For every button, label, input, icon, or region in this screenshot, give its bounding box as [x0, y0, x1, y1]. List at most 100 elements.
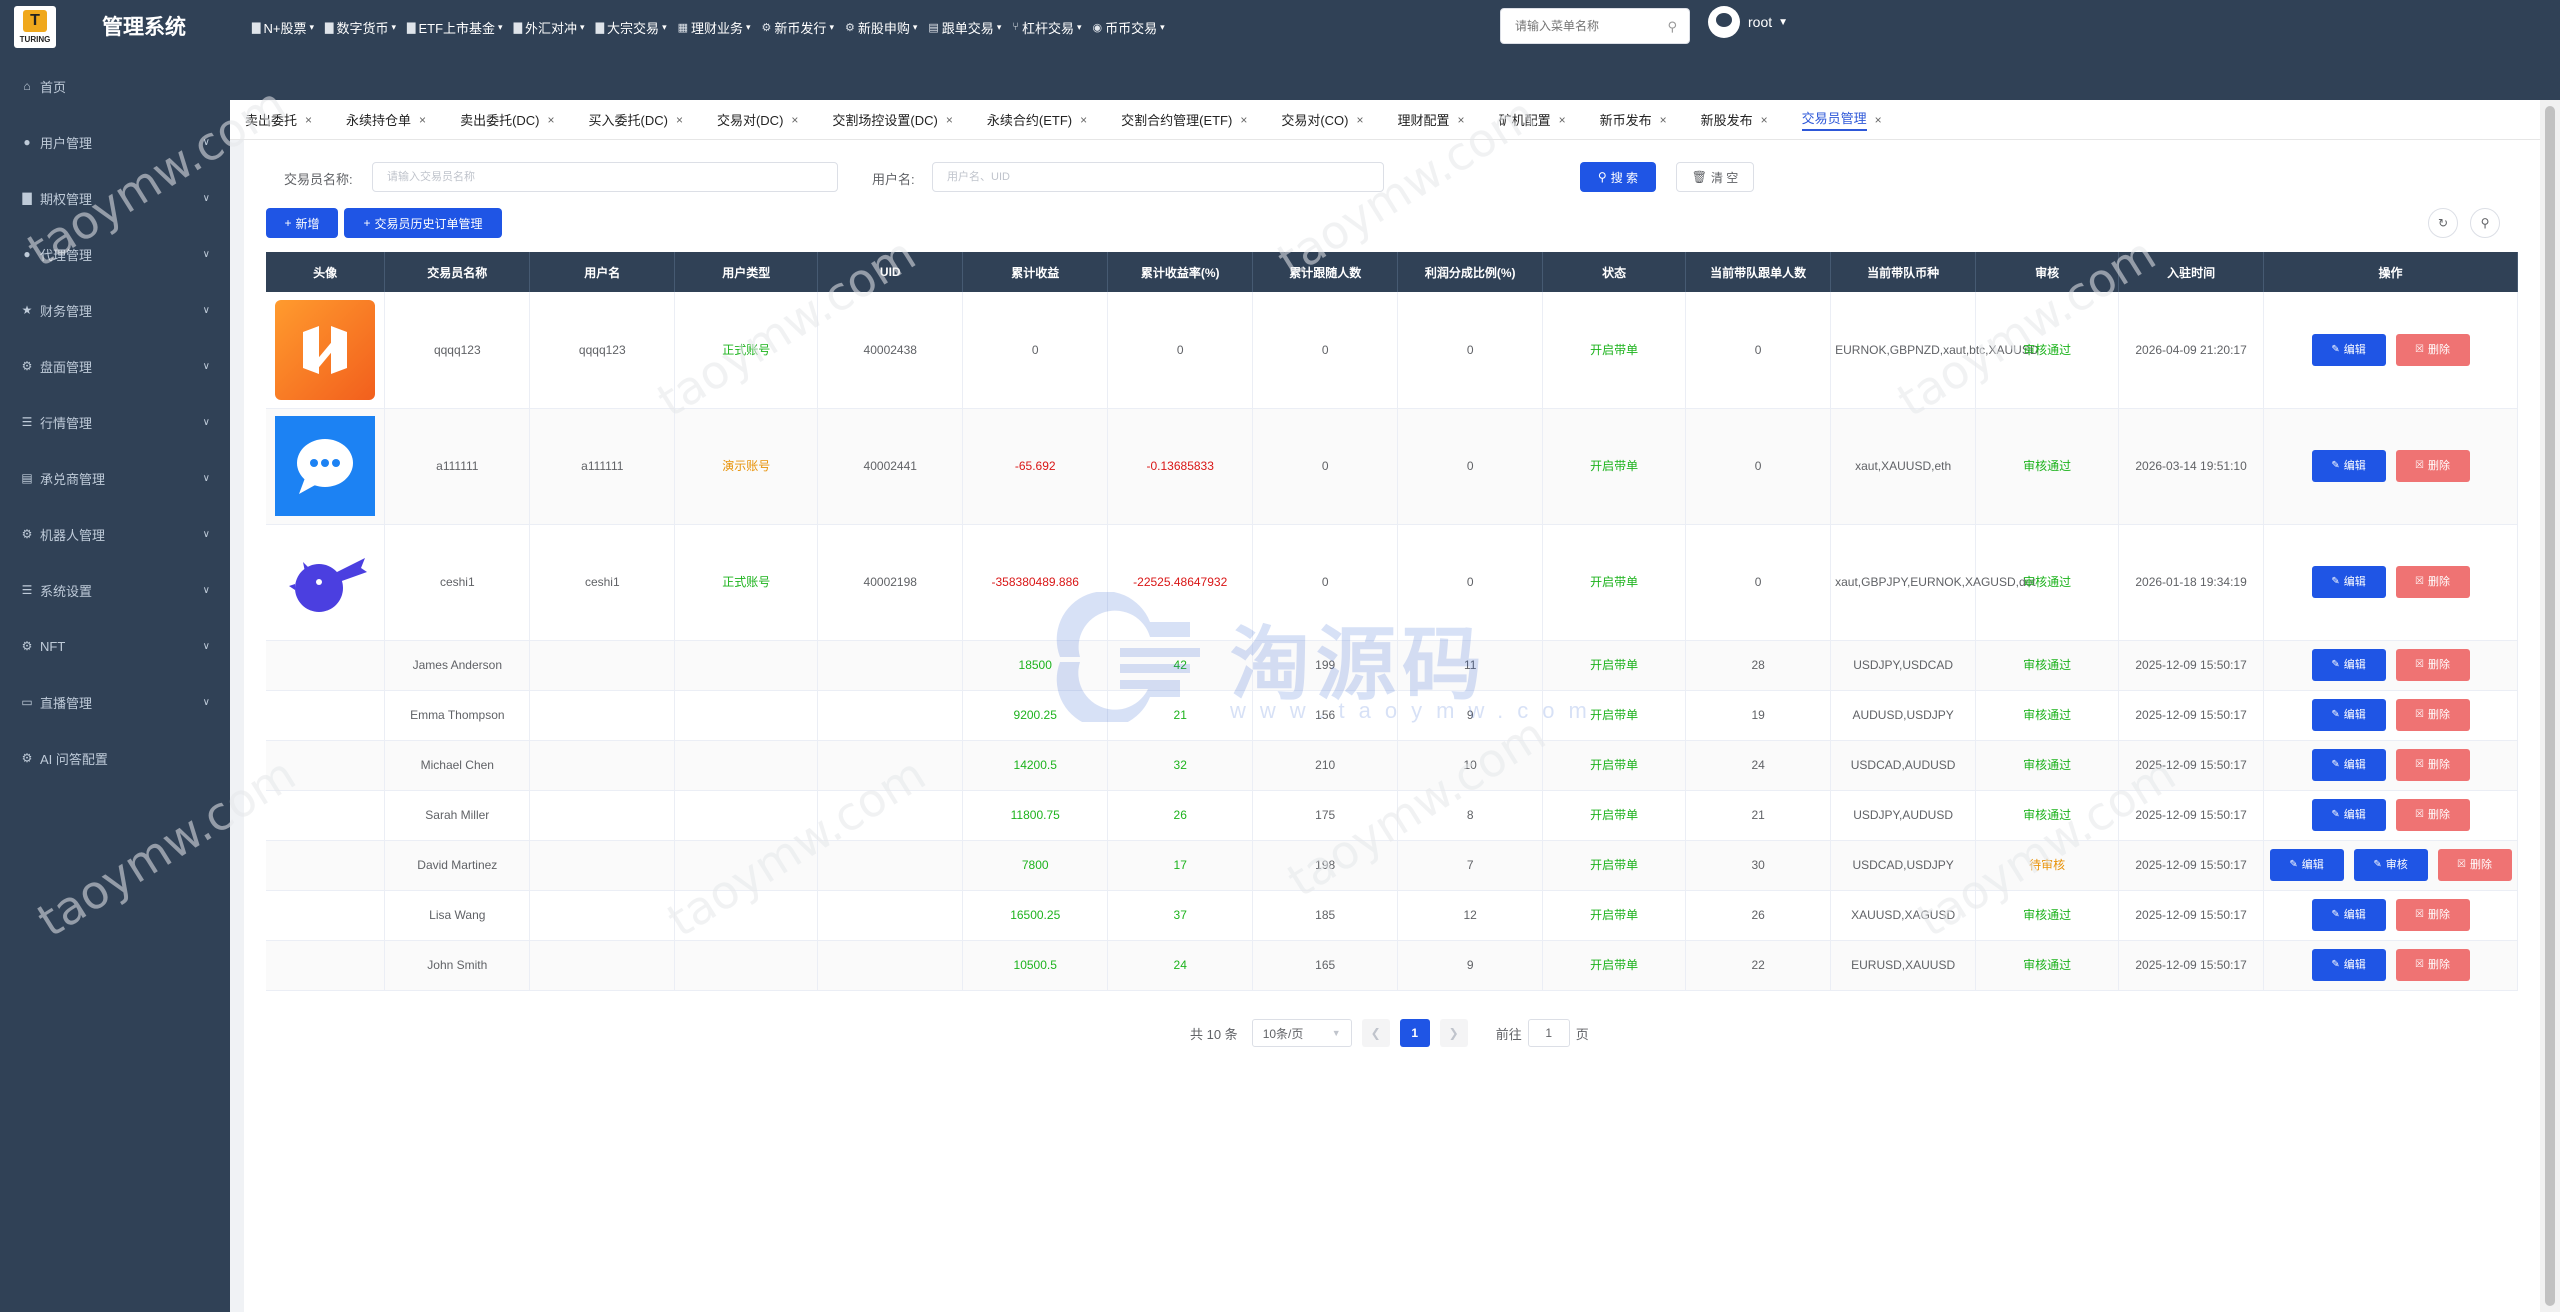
toggle-search-button[interactable]: ⚲	[2470, 208, 2500, 238]
edit-button[interactable]: ✎ 编辑	[2269, 849, 2344, 881]
edit-button[interactable]: ✎ 编辑	[2311, 949, 2386, 981]
history-orders-button[interactable]: + 交易员历史订单管理	[344, 208, 502, 238]
topnav-item-6[interactable]: ⚙ 新币发行 ▾	[762, 14, 845, 40]
tab-6[interactable]: 永续合约(ETF) ×	[987, 110, 1087, 129]
tab-7[interactable]: 交割合约管理(ETF) ×	[1121, 110, 1247, 129]
topnav-item-2[interactable]: ▇ ETF上市基金 ▾	[407, 14, 514, 40]
tab-11[interactable]: 新币发布 ×	[1600, 110, 1667, 129]
delete-button[interactable]: ☒ 删除	[2395, 949, 2470, 981]
topnav-item-5[interactable]: ▦ 理财业务 ▾	[678, 14, 762, 40]
sidebar-item-7[interactable]: ▤ 承兑商管理 ∨	[0, 450, 230, 506]
close-icon[interactable]: ×	[305, 113, 312, 127]
topnav-item-0[interactable]: ▇ N+股票 ▾	[252, 14, 325, 40]
close-icon[interactable]: ×	[548, 113, 555, 127]
close-icon[interactable]: ×	[791, 113, 798, 127]
chevron-down-icon: ∨	[202, 192, 210, 204]
delete-button[interactable]: ☒ 删除	[2395, 699, 2470, 731]
close-icon[interactable]: ×	[1458, 113, 1465, 127]
sidebar-item-0[interactable]: ⌂ 首页	[0, 58, 230, 114]
avatar[interactable]	[1708, 6, 1740, 38]
edit-button[interactable]: ✎ 编辑	[2311, 333, 2386, 366]
edit-button[interactable]: ✎ 编辑	[2311, 450, 2386, 482]
search-button[interactable]: ⚲ 搜 索	[1580, 162, 1656, 192]
search-icon[interactable]: ⚲	[1667, 19, 1677, 35]
close-icon[interactable]: ×	[1357, 113, 1364, 127]
tab-8[interactable]: 交易对(CO) ×	[1281, 110, 1363, 129]
prev-page-button[interactable]: ❮	[1361, 1019, 1390, 1047]
goto-page-input[interactable]	[1527, 1019, 1570, 1047]
close-icon[interactable]: ×	[1875, 113, 1882, 127]
sidebar-item-6[interactable]: ☰ 行情管理 ∨	[0, 394, 230, 450]
delete-button[interactable]: ☒ 删除	[2395, 649, 2470, 681]
sidebar-item-3[interactable]: ● 代理管理 ∨	[0, 226, 230, 282]
reset-button[interactable]: 🗑 清 空	[1676, 162, 1754, 192]
sidebar-item-12[interactable]: ⚙ AI 问答配置	[0, 730, 230, 786]
topnav-item-8[interactable]: ▤ 跟单交易 ▾	[928, 14, 1012, 40]
edit-button[interactable]: ✎ 编辑	[2311, 749, 2386, 781]
add-button[interactable]: + 新增	[266, 208, 338, 238]
tab-13[interactable]: 交易员管理 ×	[1801, 108, 1882, 131]
sidebar-item-label: 系统设置	[40, 583, 93, 599]
edit-button[interactable]: ✎ 编辑	[2311, 566, 2386, 598]
review-button[interactable]: ✎ 审核	[2353, 849, 2428, 881]
close-icon[interactable]: ×	[1240, 113, 1247, 127]
topnav-item-7[interactable]: ⚙ 新股申购 ▾	[845, 14, 928, 40]
delete-button[interactable]: ☒ 删除	[2395, 899, 2470, 931]
delete-button[interactable]: ☒ 删除	[2395, 566, 2470, 598]
tab-9[interactable]: 理财配置 ×	[1398, 110, 1465, 129]
tab-10[interactable]: 矿机配置 ×	[1499, 110, 1566, 129]
edit-button[interactable]: ✎ 编辑	[2311, 699, 2386, 731]
scrollbar-thumb[interactable]	[2545, 106, 2555, 1306]
sidebar-item-10[interactable]: ⚙ NFT ∨	[0, 618, 230, 674]
username-input[interactable]: 用户名、UID	[932, 162, 1384, 192]
close-icon[interactable]: ×	[676, 113, 683, 127]
tab-4[interactable]: 交易对(DC) ×	[717, 110, 798, 129]
sidebar-item-4[interactable]: ★ 财务管理 ∨	[0, 282, 230, 338]
delete-button[interactable]: ☒ 删除	[2395, 749, 2470, 781]
trash-icon: ☒	[2415, 809, 2425, 820]
cell-value: 演示账号	[722, 459, 771, 473]
close-icon[interactable]: ×	[1660, 113, 1667, 127]
close-icon[interactable]: ×	[1080, 113, 1087, 127]
topnav-item-10[interactable]: ◉ 币币交易 ▾	[1093, 14, 1176, 40]
sidebar-item-11[interactable]: ▭ 直播管理 ∨	[0, 674, 230, 730]
topnav-item-1[interactable]: ▇ 数字货币 ▾	[325, 14, 407, 40]
sidebar-item-2[interactable]: ▇ 期权管理 ∨	[0, 170, 230, 226]
close-icon[interactable]: ×	[1559, 113, 1566, 127]
topnav-item-4[interactable]: ▇ 大宗交易 ▾	[596, 14, 678, 40]
cell-value: 2026-03-14 19:51:10	[2135, 459, 2247, 473]
sidebar-item-1[interactable]: ● 用户管理 ∨	[0, 114, 230, 170]
tab-5[interactable]: 交割场控设置(DC) ×	[832, 110, 952, 129]
tab-label: 交易对(DC)	[716, 113, 784, 128]
close-icon[interactable]: ×	[1761, 113, 1768, 127]
sidebar-item-8[interactable]: ⚙ 机器人管理 ∨	[0, 506, 230, 562]
tab-3[interactable]: 买入委托(DC) ×	[589, 110, 683, 129]
tab-1[interactable]: 永续持仓单 ×	[346, 110, 426, 129]
topnav-item-9[interactable]: ⑂ 杠杆交易 ▾	[1012, 14, 1092, 40]
page-number-current[interactable]: 1	[1399, 1019, 1430, 1047]
close-icon[interactable]: ×	[419, 113, 426, 127]
tab-2[interactable]: 卖出委托(DC) ×	[460, 110, 554, 129]
tab-12[interactable]: 新股发布 ×	[1701, 110, 1768, 129]
table-cell-name: qqqq123	[384, 292, 531, 409]
delete-button[interactable]: ☒ 删除	[2395, 333, 2470, 366]
next-page-button[interactable]: ❯	[1439, 1019, 1468, 1047]
topnav-item-3[interactable]: ▇ 外汇对冲 ▾	[514, 14, 596, 40]
edit-button[interactable]: ✎ 编辑	[2311, 799, 2386, 831]
trader-name-input[interactable]: 请输入交易员名称	[372, 162, 838, 192]
delete-button[interactable]: ☒ 删除	[2395, 799, 2470, 831]
edit-button[interactable]: ✎ 编辑	[2311, 649, 2386, 681]
edit-button[interactable]: ✎ 编辑	[2311, 899, 2386, 931]
user-menu[interactable]: root ▼	[1708, 6, 1788, 38]
menu-search-input[interactable]	[1515, 9, 1665, 43]
refresh-button[interactable]: ↻	[2428, 208, 2458, 238]
sidebar-item-9[interactable]: ☰ 系统设置 ∨	[0, 562, 230, 618]
sidebar-item-5[interactable]: ⚙ 盘面管理 ∨	[0, 338, 230, 394]
close-icon[interactable]: ×	[946, 113, 953, 127]
delete-button[interactable]: ☒ 删除	[2395, 450, 2470, 482]
app-logo[interactable]: T TURING	[14, 6, 56, 48]
page-size-select[interactable]: 10条/页 ▼	[1251, 1019, 1352, 1047]
page-scrollbar[interactable]	[2540, 100, 2560, 1312]
delete-button[interactable]: ☒ 删除	[2437, 849, 2512, 881]
tab-0[interactable]: 卖出委托 ×	[245, 110, 312, 129]
